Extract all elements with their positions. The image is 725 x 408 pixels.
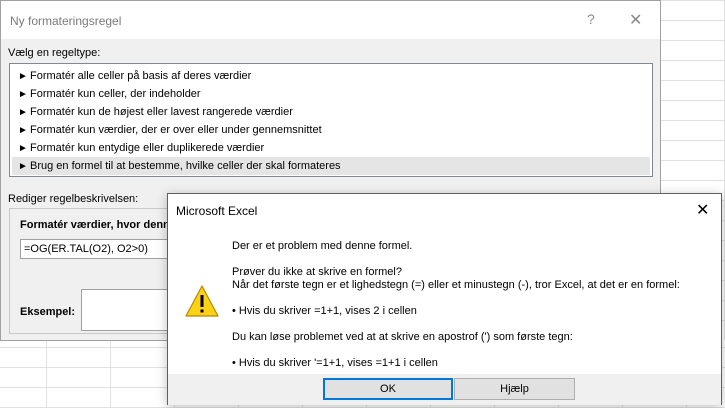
excel-error-dialog: Microsoft Excel ✕ Der er et problem med … (167, 193, 722, 405)
example-preview (81, 289, 177, 331)
rule-type-item-selected[interactable]: ► Brug en formel til at bestemme, hvilke … (12, 157, 650, 175)
ok-button[interactable]: OK (323, 378, 453, 400)
example-label: Eksempel: (20, 306, 76, 318)
hint-question: Prøver du ikke at skrive en formel? (232, 266, 402, 278)
close-icon[interactable]: ✕ (629, 10, 642, 30)
arrow-icon: ► (18, 89, 28, 100)
hint-example-2: • Hvis du skriver '=1+1, vises =1+1 i ce… (232, 357, 438, 369)
dialog-titlebar: Ny formateringsregel ? ✕ (1, 1, 660, 39)
arrow-icon: ► (18, 143, 28, 154)
dialog-footer: OK Hjælp (168, 374, 721, 405)
warning-icon (185, 285, 219, 317)
arrow-icon: ► (18, 107, 28, 118)
rule-type-item[interactable]: ► Formatér kun de højest eller lavest ran… (12, 103, 650, 121)
arrow-icon: ► (18, 71, 28, 82)
close-icon[interactable]: ✕ (696, 200, 709, 220)
hint-example-1: • Hvis du skriver =1+1, vises 2 i cellen (232, 305, 417, 317)
error-message: Der er et problem med denne formel. (232, 240, 413, 252)
rule-type-item[interactable]: ► Formatér kun celler, der indeholder (12, 85, 650, 103)
rule-type-item[interactable]: ► Formatér alle celler på basis af deres … (12, 67, 650, 85)
rule-type-item[interactable]: ► Formatér kun værdier, der er over eller… (12, 121, 650, 139)
rule-type-list[interactable]: ► Formatér alle celler på basis af deres … (9, 63, 653, 177)
help-icon[interactable]: ? (587, 11, 595, 27)
help-button[interactable]: Hjælp (454, 378, 575, 400)
error-dialog-title: Microsoft Excel (176, 204, 258, 218)
dialog-title: Ny formateringsregel (10, 14, 122, 28)
arrow-icon: ► (18, 125, 28, 136)
rule-type-item[interactable]: ► Formatér kun entydige eller duplikerede… (12, 139, 650, 157)
rule-type-label: Vælg en regeltype: (8, 47, 101, 59)
hint-explanation: Når det første tegn er et lighedstegn (=… (232, 279, 680, 291)
arrow-icon: ► (18, 161, 28, 172)
description-heading: Formatér værdier, hvor denne (20, 219, 176, 231)
rule-description-label: Rediger regelbeskrivelsen: (8, 193, 139, 205)
hint-solution: Du kan løse problemet ved at at skrive e… (232, 331, 573, 343)
